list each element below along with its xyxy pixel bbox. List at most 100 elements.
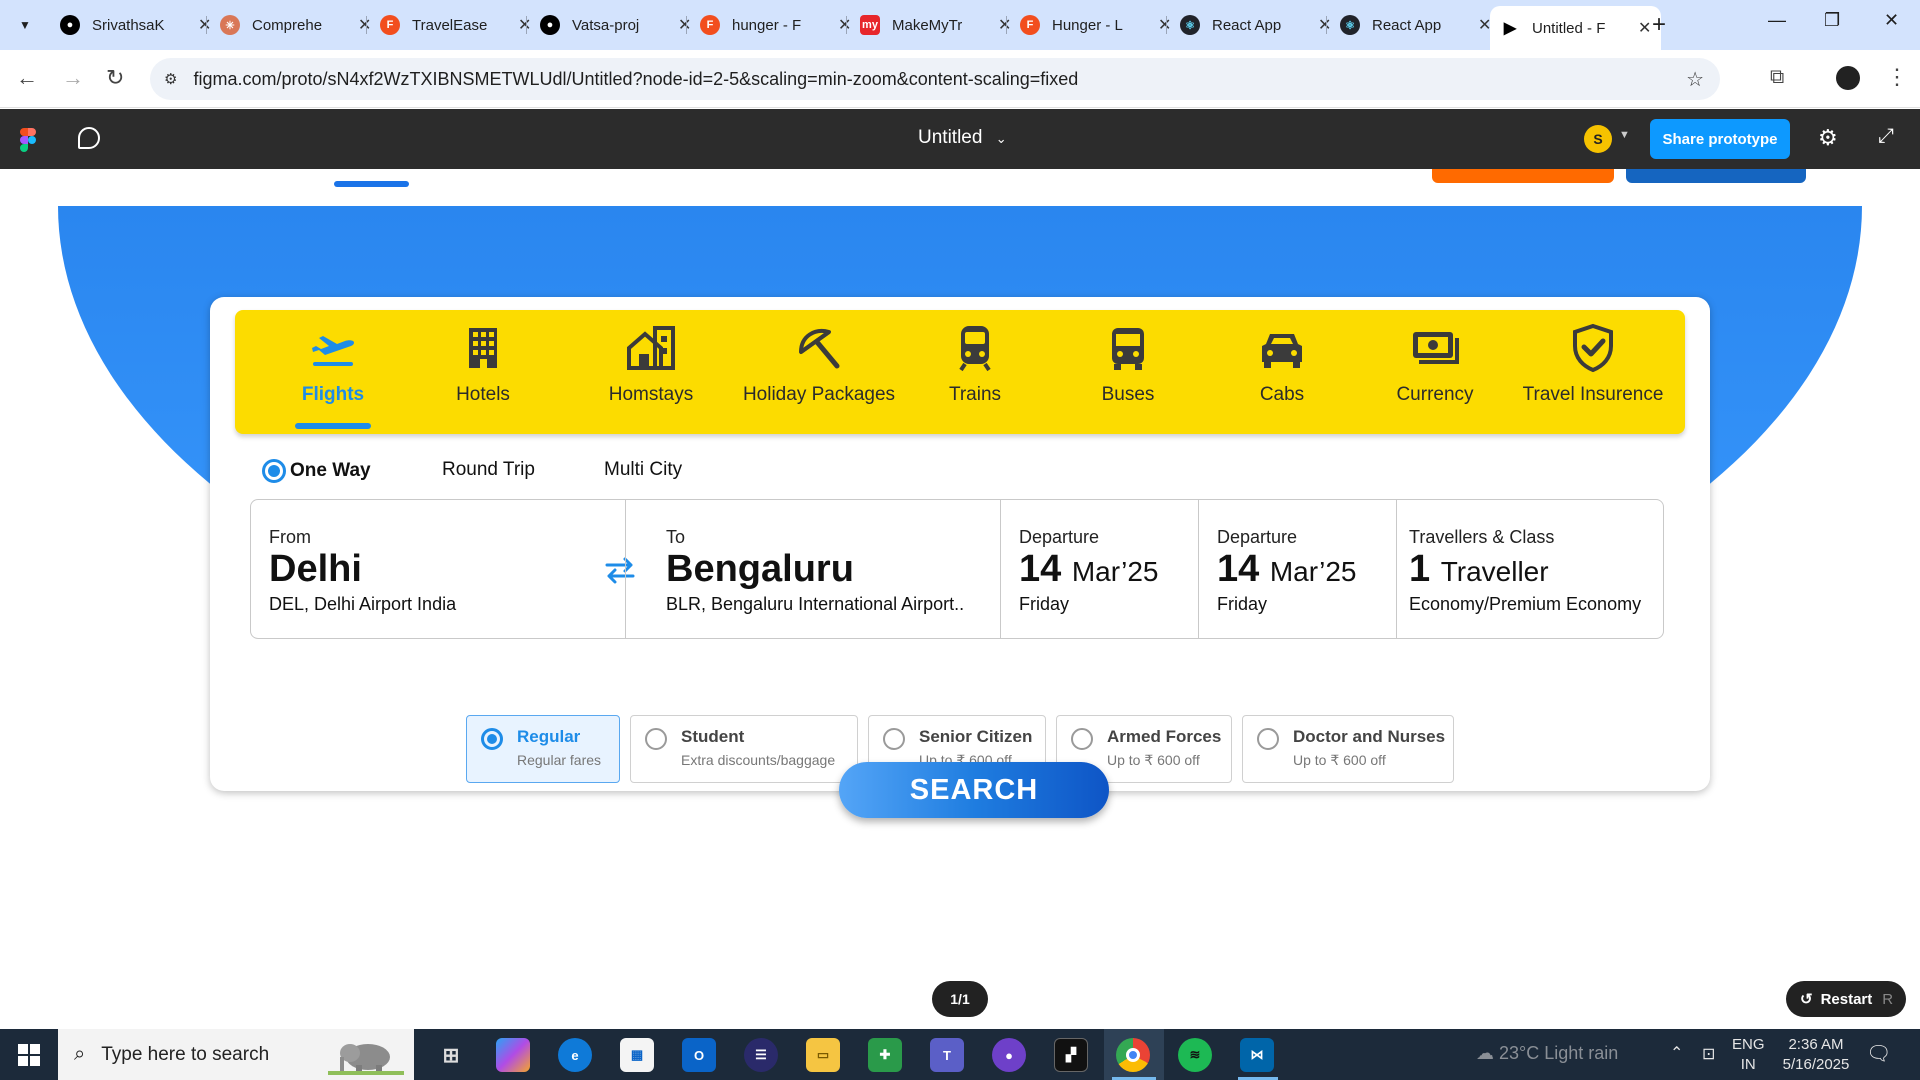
file-title: Untitled [918, 127, 983, 148]
extensions-icon[interactable]: ⧉ [1770, 66, 1784, 89]
category-homstays[interactable]: Homstays [571, 310, 731, 434]
taskbar-search[interactable]: ⌕ Type here to search [58, 1029, 414, 1080]
file-title-dropdown[interactable]: Untitled ⌄ [918, 127, 1007, 149]
header-orange-button[interactable] [1432, 169, 1614, 183]
site-info-icon[interactable]: ⚙ [164, 70, 177, 88]
category-holiday-packages[interactable]: Holiday Packages [739, 310, 899, 434]
weather-widget[interactable]: ☁ 23°C Light rain [1476, 1043, 1618, 1064]
browser-tab[interactable]: ✳ Comprehe ✕ [210, 9, 381, 41]
browser-tab[interactable]: ⚛ React App ✕ [1170, 9, 1341, 41]
category-buses[interactable]: Buses [1048, 310, 1208, 434]
category-trains[interactable]: Trains [895, 310, 1055, 434]
field-caption: Departure [1217, 527, 1298, 547]
chevron-down-icon[interactable]: ▼ [1619, 129, 1630, 141]
radio-selected-icon[interactable] [262, 459, 286, 483]
frame-pager: 1/1 [932, 981, 988, 1017]
eclipse-icon[interactable]: ☰ [744, 1038, 778, 1072]
url-bar[interactable]: ⚙ figma.com/proto/sN4xf2WzTXIBNSMETWLUdl… [150, 58, 1720, 100]
browser-tab[interactable]: F TravelEase ✕ [370, 9, 541, 41]
return-departure-field[interactable]: Departure 14 Mar’25 Friday [1199, 500, 1396, 638]
chevron-up-icon[interactable]: ⌃ [1670, 1043, 1683, 1063]
file-explorer-icon[interactable]: ▭ [806, 1038, 840, 1072]
settings-sliders-icon[interactable]: ⚙ [1818, 125, 1838, 151]
radio-icon[interactable] [1071, 728, 1093, 750]
input-language[interactable]: ENG IN [1732, 1035, 1765, 1075]
radio-selected-icon[interactable] [481, 728, 503, 750]
edge-icon[interactable]: e [558, 1038, 592, 1072]
to-airport: BLR, Bengaluru International Airport.. [666, 594, 965, 614]
bookmark-star-icon[interactable]: ☆ [1686, 67, 1704, 92]
profile-avatar[interactable] [1836, 66, 1860, 90]
spotify-icon[interactable]: ≋ [1178, 1038, 1212, 1072]
language-code: ENG [1732, 1036, 1765, 1053]
restart-button[interactable]: ↺ Restart R [1786, 981, 1906, 1017]
tab-title: Vatsa-proj [572, 16, 640, 34]
teams-icon[interactable]: T [930, 1038, 964, 1072]
browser-tab[interactable]: F Hunger - L ✕ [1010, 9, 1181, 41]
category-hotels[interactable]: Hotels [403, 310, 563, 434]
notifications-icon[interactable]: 🗨 [1866, 1041, 1891, 1066]
network-icon[interactable]: ⊡ [1702, 1044, 1715, 1064]
fare-name: Student [681, 727, 745, 746]
fare-student[interactable]: Student Extra discounts/baggage [630, 715, 858, 783]
app-plus-icon[interactable]: ✚ [868, 1038, 902, 1072]
browser-tab[interactable]: ● Vatsa-proj ✕ [530, 9, 701, 41]
category-cabs[interactable]: Cabs [1202, 310, 1362, 434]
tab-separator [526, 16, 527, 34]
store-icon[interactable]: ▦ [620, 1038, 654, 1072]
clock[interactable]: 2:36 AM 5/16/2025 [1776, 1035, 1856, 1075]
forward-icon[interactable]: → [62, 65, 84, 91]
trip-type-multi-city[interactable]: Multi City [604, 459, 682, 481]
to-city: Bengaluru [666, 548, 854, 590]
travellers-class-field[interactable]: Travellers & Class 1 Traveller Economy/P… [1397, 500, 1663, 638]
windows-start-icon[interactable] [18, 1044, 40, 1066]
category-currency[interactable]: Currency [1355, 310, 1515, 434]
task-view-icon[interactable]: ⊞ [434, 1038, 468, 1072]
url-text[interactable]: figma.com/proto/sN4xf2WzTXIBNSMETWLUdl/U… [193, 69, 1078, 90]
browser-tab-active[interactable]: ▶ Untitled - F ✕ [1490, 6, 1662, 50]
tab-search-chevron-icon[interactable]: ▼ [12, 12, 38, 38]
vscode-icon[interactable]: ⋈ [1240, 1038, 1274, 1072]
category-travel-insurence[interactable]: Travel Insurence [1513, 310, 1673, 434]
fare-name: Regular [517, 727, 581, 746]
avatar[interactable]: S [1584, 125, 1612, 153]
github-desktop-icon[interactable]: ● [992, 1038, 1026, 1072]
radio-icon[interactable] [883, 728, 905, 750]
fare-name: Doctor and Nurses [1293, 727, 1446, 746]
close-icon[interactable]: ✕ [1638, 18, 1651, 38]
weather-text: 23°C Light rain [1499, 1043, 1619, 1063]
browser-tab[interactable]: ● SrivathsaK ✕ [50, 9, 221, 41]
browser-tab[interactable]: my MakeMyTr ✕ [850, 9, 1021, 41]
category-flights[interactable]: Flights [253, 310, 413, 434]
taskbar-search-placeholder: Type here to search [101, 1043, 270, 1065]
copilot-icon[interactable] [496, 1038, 530, 1072]
fare-regular[interactable]: Regular Regular fares [466, 715, 620, 783]
new-tab-icon[interactable]: + [1652, 11, 1666, 39]
minimize-icon[interactable]: — [1768, 10, 1786, 31]
comment-icon[interactable] [78, 127, 100, 149]
share-prototype-button[interactable]: Share prototype [1650, 119, 1790, 159]
browser-menu-icon[interactable]: ⋮ [1886, 64, 1908, 90]
trip-type-round-trip[interactable]: Round Trip [442, 459, 535, 481]
radio-icon[interactable] [1257, 728, 1279, 750]
reload-icon[interactable]: ↻ [106, 65, 124, 91]
claude-icon: ✳ [220, 15, 240, 35]
fare-doctor-and-nurses[interactable]: Doctor and Nurses Up to ₹ 600 off [1242, 715, 1454, 783]
header-blue-button[interactable] [1626, 169, 1806, 183]
departure-field[interactable]: Departure 14 Mar’25 Friday [1001, 500, 1198, 638]
radio-icon[interactable] [645, 728, 667, 750]
chrome-icon[interactable] [1116, 1038, 1150, 1072]
figma-logo-icon[interactable] [20, 128, 36, 152]
outlook-icon[interactable]: O [682, 1038, 716, 1072]
restore-icon[interactable]: ❐ [1824, 10, 1840, 31]
terminal-app-icon[interactable]: ▞ [1054, 1038, 1088, 1072]
window-close-icon[interactable]: ✕ [1884, 10, 1899, 31]
browser-tab[interactable]: ⚛ React App ✕ [1330, 9, 1501, 41]
expand-icon[interactable]: ⤢ [1878, 125, 1894, 148]
trip-type-one-way[interactable]: One Way [262, 459, 371, 483]
browser-tab[interactable]: F hunger - F ✕ [690, 9, 861, 41]
to-field[interactable]: To Bengaluru BLR, Bengaluru Internationa… [626, 500, 1000, 638]
from-field[interactable]: From Delhi DEL, Delhi Airport India [251, 500, 635, 638]
search-button[interactable]: SEARCH [839, 762, 1109, 818]
back-icon[interactable]: ← [16, 65, 38, 91]
